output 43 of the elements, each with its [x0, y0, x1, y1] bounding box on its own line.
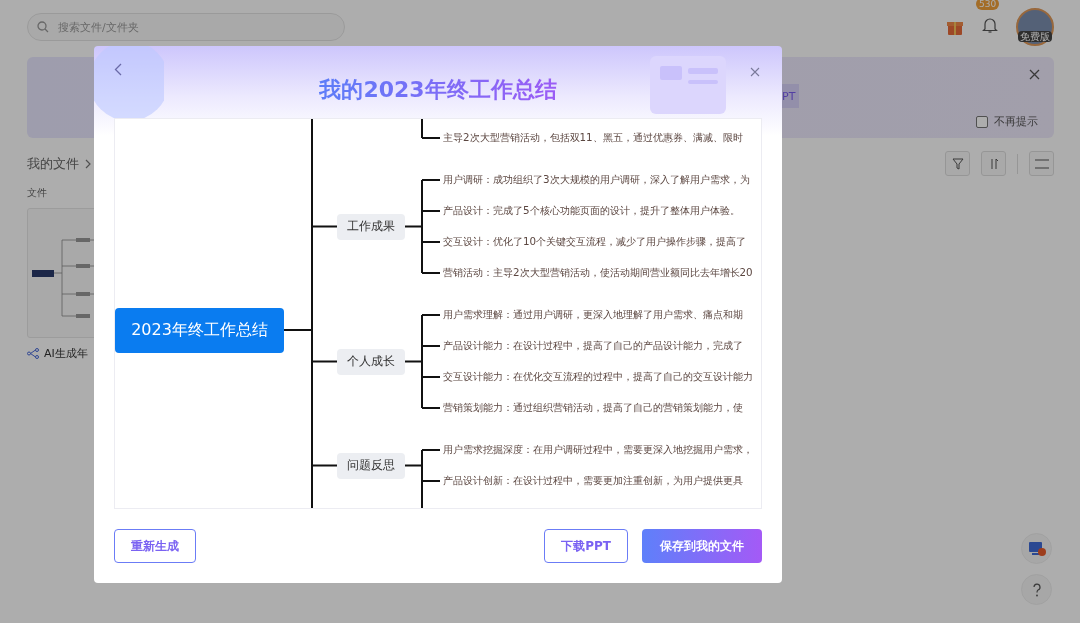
menu-icon	[1034, 158, 1049, 169]
computer-icon	[1027, 540, 1046, 557]
close-icon	[750, 67, 760, 77]
leaf-text: 营销策划能力：通过组织营销活动，提高了自己的营销策划能力，使	[443, 400, 743, 414]
question-icon	[1031, 582, 1042, 597]
leaf-text: 用户需求挖掘深度：在用户调研过程中，需要更深入地挖掘用户需求，	[443, 442, 753, 456]
search-field[interactable]: 搜索文件/文件夹	[27, 13, 345, 41]
leaf-text: 用户需求理解：通过用户调研，更深入地理解了用户需求、痛点和期	[443, 307, 743, 321]
plan-badge: 免费版	[1018, 31, 1052, 42]
checkbox-label: 不再提示	[994, 114, 1038, 129]
leaf-text: 交互设计能力：在优化交互流程的过程中，提高了自己的交互设计能力	[443, 369, 753, 383]
leaf-text: 交互设计：优化了10个关键交互流程，减少了用户操作步骤，提高了	[443, 234, 747, 248]
branch-node[interactable]: 工作成果	[337, 213, 405, 240]
avatar[interactable]: 免费版	[1016, 8, 1054, 46]
checkbox[interactable]	[976, 115, 988, 128]
branch-node[interactable]: 问题反思	[337, 452, 405, 479]
leaf-text: 产品设计：完成了5个核心功能页面的设计，提升了整体用户体验。	[443, 203, 740, 217]
leaf-text: 营销活动：主导2次大型营销活动，使活动期间营业额同比去年增长20	[443, 265, 753, 279]
sort-button[interactable]	[981, 151, 1006, 176]
download-app-button[interactable]	[1021, 533, 1052, 564]
root-node[interactable]: 2023年终工作总结	[115, 308, 284, 353]
chevron-left-icon	[114, 63, 122, 76]
leaf-text: 产品设计能力：在设计过程中，提高了自己的产品设计能力，完成了	[443, 338, 743, 352]
outline-button[interactable]: 下载PPT	[544, 529, 628, 563]
mindmap-icon	[27, 348, 39, 359]
section-label: 文件	[27, 186, 48, 200]
close-icon[interactable]	[1029, 69, 1040, 80]
bell-icon[interactable]	[982, 17, 998, 33]
leaf-text: 产品设计创新：在设计过程中，需要更加注重创新，为用户提供更具	[443, 473, 743, 487]
funnel-icon	[951, 157, 964, 170]
help-button[interactable]	[1021, 574, 1052, 605]
list-view-button[interactable]	[1029, 151, 1054, 176]
breadcrumb-link[interactable]: 我的文件	[27, 154, 79, 173]
outline-button[interactable]: 重新生成	[114, 529, 196, 563]
file-name[interactable]: AI生成年	[44, 346, 88, 361]
banner-button[interactable]: PT	[782, 84, 800, 108]
leaf-text: 主导2次大型营销活动，包括双11、黑五，通过优惠券、满减、限时	[443, 130, 743, 144]
branch-node[interactable]: 个人成长	[337, 348, 405, 375]
filter-button[interactable]	[945, 151, 970, 176]
notification-badge: 530	[976, 0, 1000, 10]
leaf-text: 用户调研：成功组织了3次大规模的用户调研，深入了解用户需求，为	[443, 172, 750, 186]
chevron-right-icon	[85, 158, 92, 169]
save-button[interactable]: 保存到我的文件	[642, 529, 762, 563]
